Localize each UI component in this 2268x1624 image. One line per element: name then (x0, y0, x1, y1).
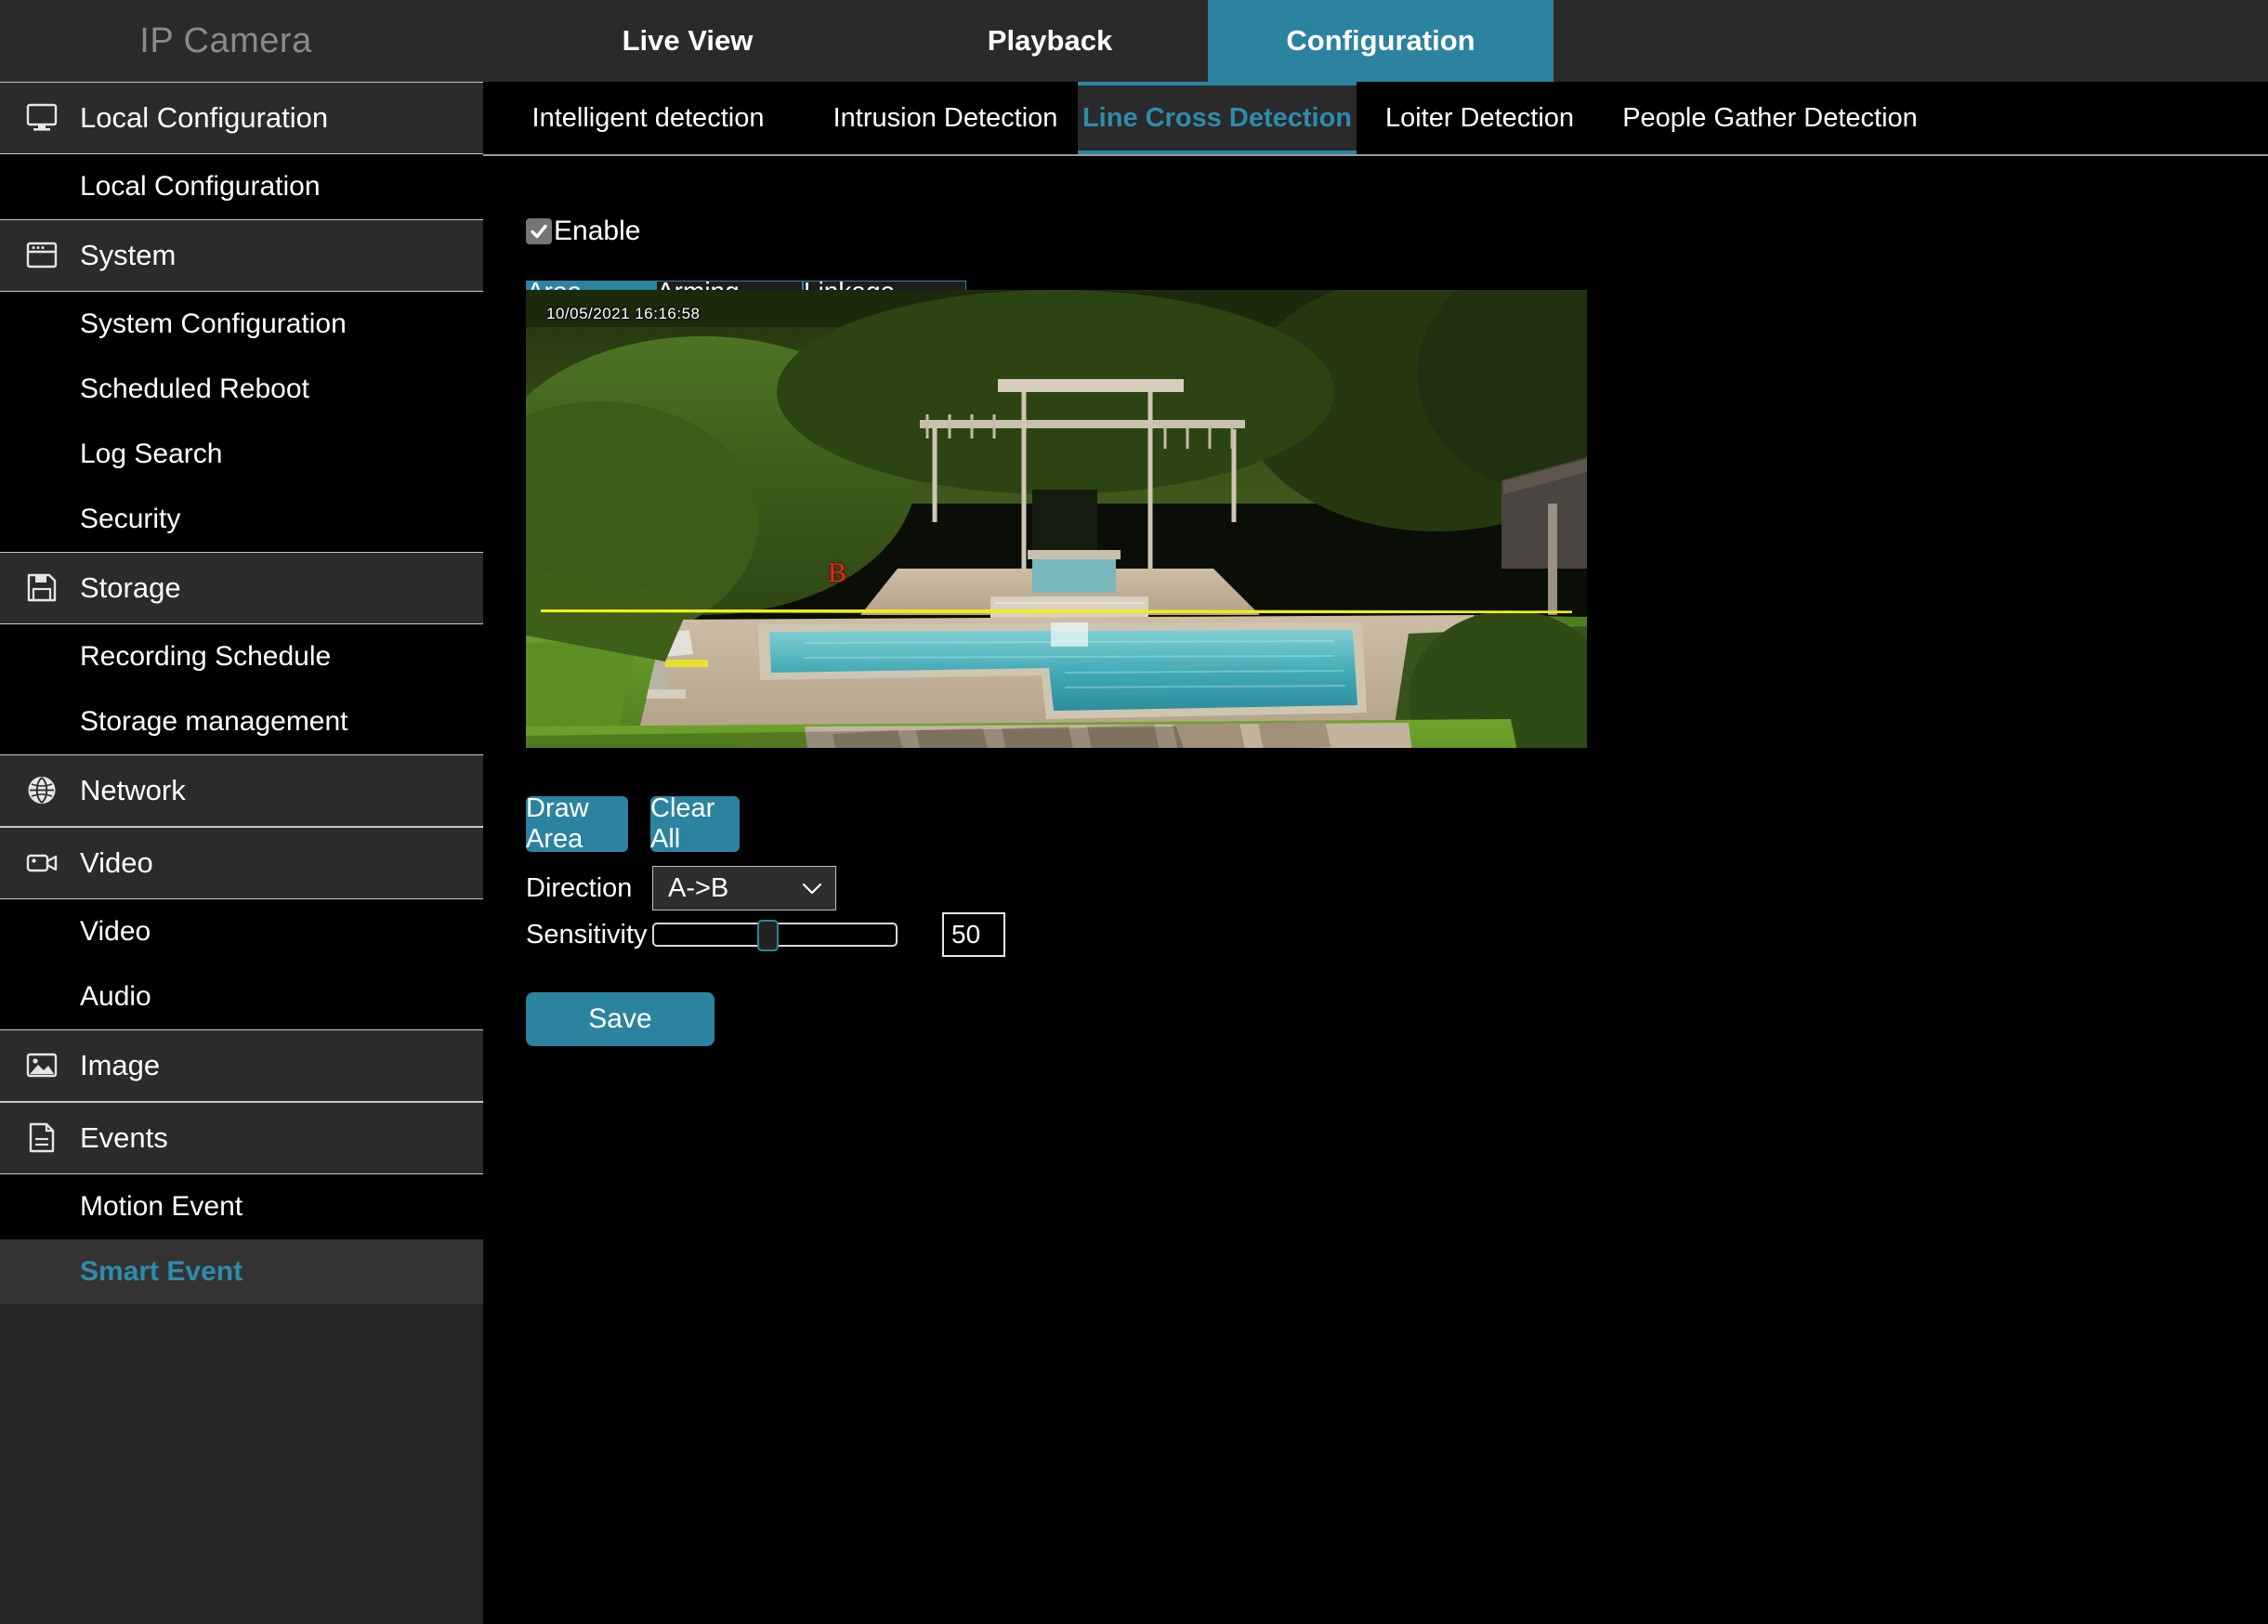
top-tab-live-view[interactable]: Live View (483, 0, 892, 82)
window-icon (26, 242, 58, 268)
save-button[interactable]: Save (526, 992, 714, 1046)
sidebar-item-local-configuration[interactable]: Local Configuration (0, 154, 483, 219)
brand-title: IP Camera (139, 20, 312, 60)
sensitivity-value-input[interactable]: 50 (942, 912, 1005, 957)
sidebar-group-label: System (80, 239, 177, 271)
direction-select[interactable]: A->B (652, 866, 836, 910)
clear-all-button[interactable]: Clear All (650, 793, 740, 854)
ip-camera-config-window: IP Camera Local Configuration Local Confi… (0, 0, 2268, 1624)
detection-tab-intrusion-detection[interactable]: Intrusion Detection (813, 82, 1078, 154)
sidebar-group-storage[interactable]: Storage (0, 552, 483, 624)
detection-tab-loiter-detection[interactable]: Loiter Detection (1357, 82, 1603, 154)
document-icon (13, 1121, 71, 1155)
sidebar-item-audio[interactable]: Audio (0, 964, 483, 1029)
main-panel: Enable Area SettingsArming ScheduleLinka… (483, 158, 2268, 1624)
check-icon (531, 224, 547, 239)
sidebar-item-label: Audio (80, 981, 151, 1012)
sidebar-item-storage-management[interactable]: Storage management (0, 689, 483, 754)
sidebar-item-label: System Configuration (80, 308, 347, 339)
sidebar-group-video[interactable]: Video (0, 827, 483, 899)
globe-icon (13, 774, 71, 807)
sensitivity-label: Sensitivity (526, 919, 648, 950)
direction-value: A->B (668, 872, 729, 903)
enable-label: Enable (554, 216, 641, 246)
direction-row: Direction A->B (526, 866, 836, 910)
sidebar-item-video[interactable]: Video (0, 899, 483, 964)
sidebar-item-label: Smart Event (80, 1256, 243, 1287)
detection-tab-intelligent-detection[interactable]: Intelligent detection (483, 82, 813, 154)
sidebar-group-events[interactable]: Events (0, 1102, 483, 1174)
sidebar-item-label: Security (80, 504, 181, 534)
sidebar-group-network[interactable]: Network (0, 754, 483, 827)
sidebar-item-label: Storage management (80, 706, 348, 737)
floppy-icon (13, 571, 71, 605)
sidebar: IP Camera Local Configuration Local Confi… (0, 0, 483, 1624)
detection-tab-line-cross-detection[interactable]: Line Cross Detection (1078, 82, 1357, 154)
sidebar-item-system-configuration[interactable]: System Configuration (0, 292, 483, 357)
brand-header: IP Camera (0, 0, 483, 82)
chevron-down-icon (802, 883, 822, 895)
sidebar-group-label: Image (80, 1049, 161, 1081)
sensitivity-row: Sensitivity 50 (526, 912, 1005, 957)
sidebar-group-label: Storage (80, 571, 181, 604)
top-nav-bar: Live View Playback Configuration (483, 0, 2268, 82)
sensitivity-slider-thumb[interactable] (757, 920, 780, 951)
picture-icon (13, 1049, 71, 1082)
sidebar-group-local-configuration[interactable]: Local Configuration (0, 82, 483, 154)
sidebar-nav-list: Local Configuration Local Configuration Sy… (0, 82, 483, 1304)
draw-area-button[interactable]: Draw Area (526, 793, 628, 854)
globe-icon (28, 777, 56, 804)
sidebar-item-motion-event[interactable]: Motion Event (0, 1174, 483, 1239)
floppy-icon (27, 573, 57, 602)
camera-preview[interactable]: 10/05/2021 16:16:58 B (526, 290, 1587, 748)
sidebar-group-label: Network (80, 774, 186, 806)
line-cross-detection-line[interactable] (541, 609, 1572, 613)
sidebar-item-label: Video (80, 916, 151, 947)
sidebar-item-smart-event[interactable]: Smart Event (0, 1239, 483, 1304)
monitor-icon (26, 103, 58, 131)
enable-row[interactable]: Enable (526, 216, 640, 247)
top-tab-playback[interactable]: Playback (892, 0, 1208, 82)
window-icon (13, 239, 71, 272)
sidebar-item-label: Log Search (80, 439, 223, 469)
sidebar-group-image[interactable]: Image (0, 1029, 483, 1102)
sensitivity-slider[interactable] (652, 920, 898, 951)
sidebar-item-label: Recording Schedule (80, 641, 332, 672)
detection-tab-bar: Intelligent detection Intrusion Detection… (483, 82, 2268, 156)
camcorder-icon (26, 854, 58, 872)
sidebar-group-label: Local Configuration (80, 101, 329, 134)
direction-label: Direction (526, 872, 633, 903)
sidebar-group-label: Video (80, 846, 153, 879)
sidebar-item-recording-schedule[interactable]: Recording Schedule (0, 624, 483, 689)
sidebar-group-system[interactable]: System (0, 219, 483, 292)
sidebar-item-log-search[interactable]: Log Search (0, 422, 483, 487)
camera-preview-image (526, 290, 1587, 748)
sidebar-group-label: Events (80, 1121, 168, 1154)
monitor-icon (13, 101, 71, 135)
direction-marker-b: B (828, 557, 847, 588)
sidebar-item-security[interactable]: Security (0, 487, 483, 552)
document-icon (29, 1122, 55, 1153)
sidebar-item-label: Local Configuration (80, 171, 321, 202)
preview-timestamp: 10/05/2021 16:16:58 (546, 305, 701, 322)
sidebar-item-label: Scheduled Reboot (80, 373, 309, 404)
top-tab-configuration[interactable]: Configuration (1208, 0, 1554, 82)
sidebar-item-scheduled-reboot[interactable]: Scheduled Reboot (0, 357, 483, 422)
picture-icon (26, 1053, 58, 1078)
sidebar-item-label: Motion Event (80, 1191, 243, 1222)
enable-checkbox[interactable] (526, 218, 552, 244)
detection-tab-people-gather-detection[interactable]: People Gather Detection (1603, 82, 1937, 154)
camcorder-icon (13, 846, 71, 880)
